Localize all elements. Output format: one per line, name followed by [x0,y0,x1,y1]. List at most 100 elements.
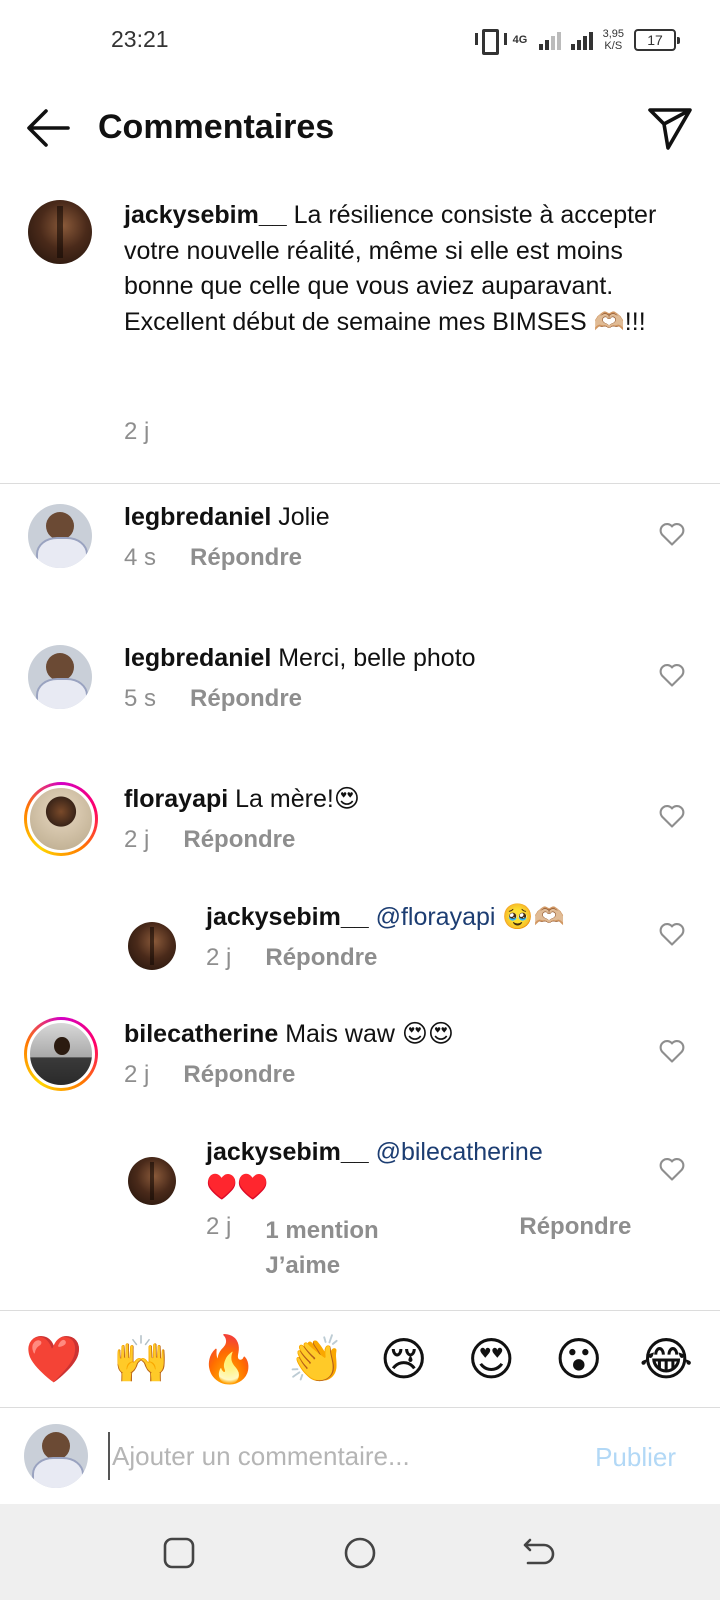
reaction-surprised-button[interactable]: 😮 [547,1331,611,1387]
heart-outline-icon [659,523,685,546]
publish-button[interactable]: Publier [595,1442,676,1473]
back-arrow-icon [523,1538,555,1565]
reaction-heart-button[interactable]: ❤️ [22,1331,86,1387]
reply-button[interactable]: Répondre [183,826,295,854]
caption-time: 2 j [124,418,150,445]
comment-username[interactable]: bilecatherine [124,1020,278,1048]
reaction-fire-button[interactable]: 🔥 [197,1331,261,1387]
reply-button[interactable]: Répondre [190,544,302,572]
back-button[interactable] [24,104,72,152]
quick-reactions-bar: ❤️ 🙌 🔥 👏 😢 😍 😮 😂 [0,1310,720,1408]
square-icon [163,1537,195,1569]
speed-value: 3,95 [602,28,624,40]
avatar[interactable] [128,922,176,970]
status-bar: 23:21 4G 3,95 K/S 17 [0,0,720,80]
reaction-clap-button[interactable]: 👏 [284,1331,348,1387]
battery-icon: 17 [634,29,680,51]
comment-text: jackysebim__ @bilecatherine ♥️♥️ [206,1135,646,1205]
comment-input[interactable] [108,1432,548,1480]
comment-meta: 2 j Répondre [206,944,377,972]
comment-username[interactable]: jackysebim__ [206,1138,369,1166]
comment-time: 2 j [124,1061,150,1088]
reaction-heart-eyes-button[interactable]: 😍 [459,1331,523,1387]
speed-unit: K/S [604,40,623,52]
comment-meta: 2 j Répondre [124,826,295,854]
like-button[interactable] [658,1037,686,1065]
comment-username[interactable]: legbredaniel [124,644,271,672]
signal-2-icon [570,30,593,50]
heart-outline-icon [659,1158,685,1181]
mention-link[interactable]: @bilecatherine [376,1138,543,1166]
comment-text: jackysebim__ @florayapi 🥹🫶🏼 [206,900,565,935]
comment-meta: 5 s Répondre [124,685,302,713]
caption-text: jackysebim__ La résilience consiste à ac… [124,198,664,340]
comment-text: legbredaniel Jolie [124,500,330,535]
comment-text: florayapi La mère!😍 [124,782,360,817]
reply-button[interactable]: Répondre [265,944,377,972]
paper-plane-icon [648,108,692,150]
comment-body: Jolie [278,503,330,531]
back-nav-button[interactable] [522,1536,556,1570]
like-button[interactable] [658,920,686,948]
comment-composer: Publier [0,1408,720,1504]
comment-meta: 4 s Répondre [124,544,302,572]
likes-count[interactable]: 1 mention J’aime [265,1213,435,1283]
caption-line-2: Excellent début de semaine mes BIMSES 🫶🏼… [124,307,646,336]
comment-meta: 2 j 1 mention J’aime Répondre [206,1213,631,1283]
signal-1-icon [538,30,561,50]
heart-outline-icon [659,1040,685,1063]
heart-outline-icon [659,664,685,687]
status-time: 23:21 [111,26,169,52]
comment-time: 2 j [206,944,232,971]
comment-body: ♥️♥️ [206,1173,269,1201]
comment-time: 5 s [124,685,157,712]
avatar [27,1020,95,1088]
avatar [24,1424,88,1488]
post-caption: jackysebim__ La résilience consiste à ac… [0,192,720,484]
comment-username[interactable]: jackysebim__ [206,903,369,931]
system-nav-bar [0,1504,720,1600]
comment-body: 🥹🫶🏼 [502,903,565,931]
comment-meta: 2 j Répondre [124,1061,295,1089]
reply-button[interactable]: Répondre [190,685,302,713]
avatar[interactable] [28,504,92,568]
comment-text: legbredaniel Merci, belle photo [124,641,476,676]
avatar[interactable] [28,645,92,709]
network-type: 4G [512,33,528,46]
comment-body: Mais waw 😍😍 [285,1020,454,1048]
reply-button[interactable]: Répondre [519,1213,631,1283]
avatar[interactable] [128,1157,176,1205]
share-button[interactable] [646,104,694,152]
avatar[interactable] [28,200,92,264]
comment-text: bilecatherine Mais waw 😍😍 [124,1017,454,1052]
reaction-laughing-button[interactable]: 😂 [634,1331,698,1387]
reaction-crying-button[interactable]: 😢 [372,1331,436,1387]
caption-username[interactable]: jackysebim__ [124,201,287,229]
comment-username[interactable]: florayapi [124,785,228,813]
heart-outline-icon [659,923,685,946]
like-button[interactable] [658,661,686,689]
mention-link[interactable]: @florayapi [376,903,496,931]
comment-time: 2 j [206,1213,232,1240]
header: Commentaires [0,90,720,170]
reply-button[interactable]: Répondre [183,1061,295,1089]
like-button[interactable] [658,1155,686,1183]
like-button[interactable] [658,802,686,830]
comment-username[interactable]: legbredaniel [124,503,271,531]
comment-body: La mère!😍 [235,785,360,813]
heart-outline-icon [659,805,685,828]
vibrate-icon [473,27,507,55]
comment-body: Merci, belle photo [278,644,476,672]
like-button[interactable] [658,520,686,548]
circle-icon [344,1537,376,1569]
comment-time: 4 s [124,544,157,571]
avatar-story-ring[interactable] [24,1017,98,1091]
status-icons: 4G 3,95 K/S 17 [473,24,680,56]
arrow-left-icon [27,109,70,147]
recents-button[interactable] [162,1536,196,1570]
network-speed: 3,95 K/S [603,28,624,52]
reaction-raised-hands-button[interactable]: 🙌 [109,1331,173,1387]
home-button[interactable] [343,1536,377,1570]
avatar-story-ring[interactable] [24,782,98,856]
comment-time: 2 j [124,826,150,853]
